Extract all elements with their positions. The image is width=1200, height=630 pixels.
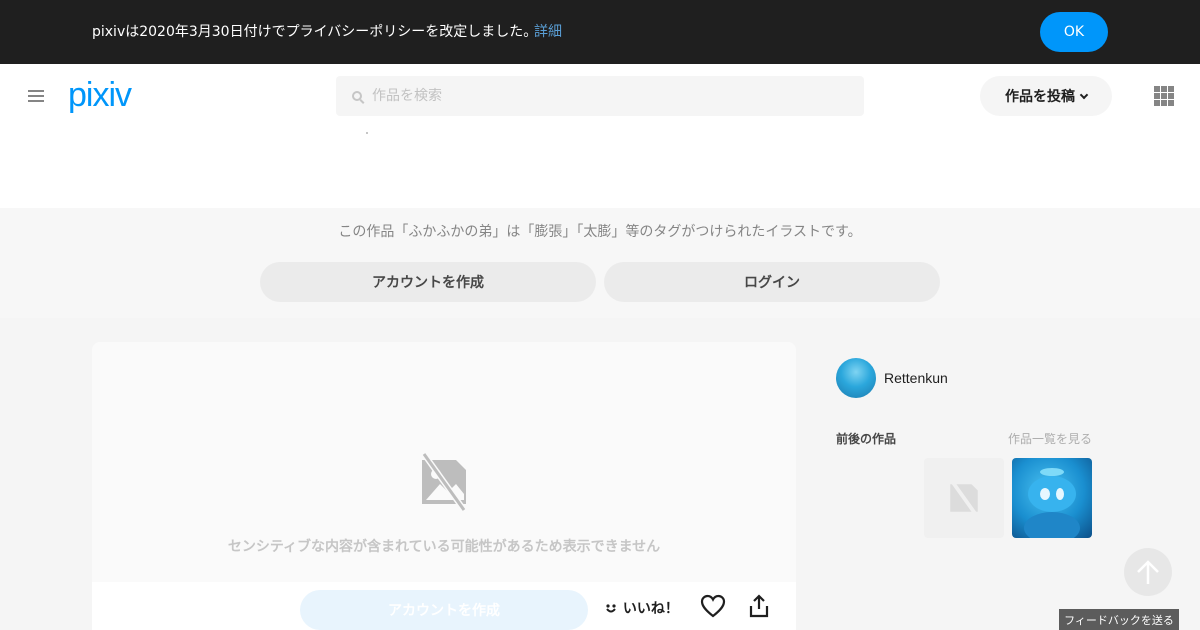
- scroll-to-top-button[interactable]: [1124, 548, 1172, 596]
- avatar[interactable]: [836, 358, 876, 398]
- search-icon: [352, 91, 362, 101]
- post-work-button[interactable]: 作品を投稿: [980, 76, 1112, 116]
- search-input[interactable]: [372, 76, 852, 116]
- hidden-image-icon: [421, 452, 467, 512]
- sensitive-content-message: センシティブな内容が含まれている可能性があるため表示できません: [227, 539, 661, 555]
- banner-ok-button[interactable]: OK: [1040, 12, 1108, 52]
- hidden-image-icon: [949, 479, 979, 517]
- main-content: センシティブな内容が含まれている可能性があるため表示できません アカウントを作成…: [0, 318, 1200, 630]
- chevron-down-icon: [1079, 90, 1089, 100]
- like-text: いいね！: [622, 601, 679, 617]
- login-button[interactable]: ログイン: [604, 262, 940, 302]
- artwork-action-bar: アカウントを作成 いいね！: [92, 582, 796, 630]
- menu-icon[interactable]: [28, 90, 44, 102]
- banner-message: pixivは2020年3月30日付けでプライバシーポリシーを改定しました。: [92, 24, 538, 40]
- arrow-up-icon: [1137, 560, 1159, 584]
- banner-details-link[interactable]: 詳細: [534, 22, 562, 42]
- create-account-button[interactable]: アカウントを作成: [260, 262, 596, 302]
- signup-info-band: この作品「ふかふかの弟」は「膨張」「太膨」等のタグがつけられたイラストです。 ア…: [0, 208, 1200, 318]
- decorative-dot: [366, 132, 368, 134]
- site-header: pixiv 作品を投稿: [0, 64, 1200, 208]
- previous-work-thumbnail[interactable]: [924, 458, 1004, 538]
- like-label[interactable]: いいね！: [604, 598, 679, 618]
- send-feedback-button[interactable]: フィードバックを送る: [1059, 609, 1179, 630]
- adjacent-works-title: 前後の作品: [836, 432, 897, 446]
- post-work-label: 作品を投稿: [1005, 89, 1075, 105]
- pixiv-logo[interactable]: pixiv: [68, 76, 132, 115]
- artwork-panel: センシティブな内容が含まれている可能性があるため表示できません アカウントを作成…: [92, 342, 796, 630]
- share-icon[interactable]: [748, 594, 770, 618]
- thumbnail-artwork: [1024, 468, 1080, 538]
- search-box[interactable]: [336, 76, 864, 116]
- see-all-works-link[interactable]: 作品一覧を見る: [1008, 430, 1092, 447]
- apps-grid-icon[interactable]: [1154, 86, 1174, 106]
- author-username[interactable]: Rettenkun: [884, 370, 948, 386]
- heart-icon[interactable]: [700, 594, 726, 618]
- action-create-account-button[interactable]: アカウントを作成: [300, 590, 588, 630]
- artwork-description: この作品「ふかふかの弟」は「膨張」「太膨」等のタグがつけられたイラストです。: [338, 224, 862, 240]
- smile-icon: [606, 604, 616, 613]
- next-work-thumbnail[interactable]: [1012, 458, 1092, 538]
- privacy-banner: pixivは2020年3月30日付けでプライバシーポリシーを改定しました。 詳細…: [0, 0, 1200, 64]
